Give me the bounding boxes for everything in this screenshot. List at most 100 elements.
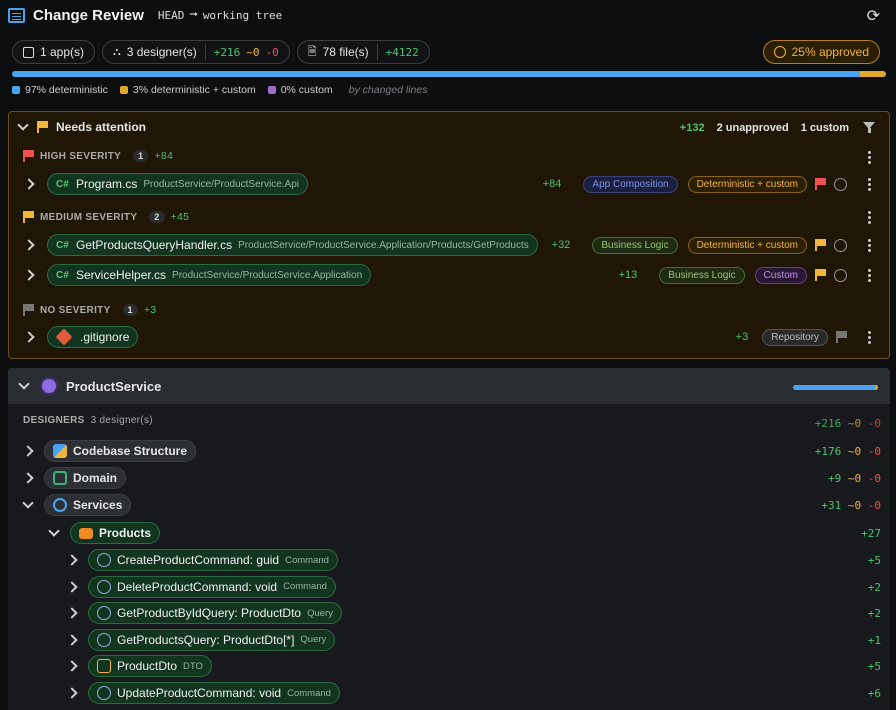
- element-added: +1: [867, 633, 881, 647]
- flag-icon[interactable]: [836, 331, 847, 343]
- approve-check-icon[interactable]: [834, 177, 847, 191]
- flag-icon[interactable]: [815, 269, 826, 281]
- file-pill[interactable]: C# Program.cs ProductService/ProductServ…: [47, 173, 308, 195]
- apps-count: 1 app(s): [40, 45, 85, 59]
- more-vert-icon[interactable]: [868, 151, 871, 164]
- element-row[interactable]: DeleteProductCommand: void Command: [66, 575, 336, 599]
- element-row[interactable]: CreateProductCommand: guid Command: [66, 548, 338, 572]
- severity-added: +3: [143, 304, 157, 316]
- element-kind: DTO: [183, 660, 203, 672]
- chevron-down-icon[interactable]: [18, 378, 30, 390]
- designers-modified: ~0: [246, 45, 260, 59]
- chevron-right-icon[interactable]: [66, 660, 78, 673]
- more-vert-icon[interactable]: [868, 239, 871, 252]
- legend-deterministic: 97% deterministic: [12, 84, 108, 96]
- designer-name: Domain: [73, 471, 118, 485]
- element-added: +5: [867, 660, 881, 674]
- attention-file-row[interactable]: C# GetProductsQueryHandler.cs ProductSer…: [23, 233, 875, 257]
- more-vert-icon[interactable]: [868, 211, 871, 224]
- severity-count: 1: [133, 150, 149, 162]
- flag-icon[interactable]: [815, 239, 826, 251]
- element-pill[interactable]: UpdateProductCommand: void Command: [88, 682, 340, 704]
- severity-label: HIGH SEVERITY: [40, 150, 122, 162]
- severity-count: 2: [149, 211, 165, 223]
- file-pill[interactable]: C# GetProductsQueryHandler.cs ProductSer…: [47, 234, 538, 256]
- element-pill[interactable]: ProductDto DTO: [88, 655, 212, 678]
- more-vert-icon[interactable]: [868, 178, 871, 191]
- command-icon: [97, 579, 111, 594]
- designer-pill[interactable]: Services: [44, 494, 132, 516]
- chevron-right-icon[interactable]: [23, 239, 35, 251]
- chevron-down-icon[interactable]: [48, 525, 60, 537]
- chevron-right-icon[interactable]: [66, 580, 78, 593]
- dto-icon: [97, 659, 111, 674]
- filter-icon[interactable]: [863, 122, 875, 133]
- attention-file-row[interactable]: C# Program.cs ProductService/ProductServ…: [23, 172, 875, 196]
- chevron-right-icon[interactable]: [66, 634, 78, 646]
- ref-from: HEAD: [157, 8, 185, 22]
- designer-stats: +176 ~0 -0: [815, 445, 881, 458]
- stat-modified: ~0: [847, 445, 862, 458]
- refresh-icon[interactable]: ⟳: [867, 6, 880, 26]
- element-row[interactable]: UpdateProductCommand: void Command: [66, 681, 340, 705]
- file-pill[interactable]: .gitignore: [47, 326, 139, 348]
- folder-row[interactable]: Products: [48, 521, 161, 545]
- files-chip[interactable]: 🗎 78 file(s) +4122: [296, 40, 430, 64]
- approve-check-icon[interactable]: [834, 238, 847, 252]
- more-vert-icon[interactable]: [868, 331, 871, 344]
- file-pill[interactable]: C# ServiceHelper.cs ProductService/Produ…: [47, 264, 372, 286]
- element-added: +2: [867, 607, 881, 621]
- element-name: UpdateProductCommand: void: [117, 686, 282, 700]
- folder-icon: [79, 527, 93, 539]
- attention-file-row[interactable]: .gitignore +3 Repository: [23, 325, 875, 349]
- service-icon: [42, 379, 56, 393]
- element-name: ProductDto: [117, 659, 178, 674]
- element-pill[interactable]: GetProductByIdQuery: ProductDto Query: [88, 602, 342, 625]
- chevron-right-icon[interactable]: [23, 269, 35, 281]
- chevron-right-icon[interactable]: [23, 331, 35, 343]
- designers-chip[interactable]: ⛬ 3 designer(s) +216 ~0 -0: [102, 40, 290, 64]
- chevron-down-icon[interactable]: [17, 119, 29, 131]
- approved-label: 25% approved: [791, 45, 869, 59]
- apps-chip[interactable]: 1 app(s): [12, 40, 96, 64]
- service-header[interactable]: ProductService: [8, 368, 890, 404]
- element-pill[interactable]: GetProductsQuery: ProductDto[*] Query: [88, 628, 336, 651]
- designer-pill[interactable]: Codebase Structure: [44, 440, 197, 462]
- chevron-right-icon[interactable]: [23, 178, 35, 190]
- chevron-right-icon[interactable]: [22, 445, 34, 457]
- more-vert-icon[interactable]: [868, 269, 871, 282]
- folder-pill[interactable]: Products: [70, 522, 161, 544]
- designers-stats: +216 ~0 -0: [815, 417, 881, 430]
- element-pill[interactable]: DeleteProductCommand: void Command: [88, 575, 336, 598]
- chevron-right-icon[interactable]: [66, 607, 78, 619]
- attention-file-row[interactable]: C# ServiceHelper.cs ProductService/Produ…: [23, 263, 875, 287]
- domain-icon: [53, 471, 67, 485]
- chevron-right-icon[interactable]: [22, 472, 34, 484]
- designers-header: DESIGNERS 3 designer(s): [23, 415, 153, 426]
- stat-modified: ~0: [847, 472, 862, 485]
- element-pill[interactable]: CreateProductCommand: guid Command: [88, 549, 338, 571]
- designer-pill[interactable]: Domain: [44, 467, 127, 489]
- designer-row[interactable]: Services: [22, 493, 132, 517]
- chevron-down-icon[interactable]: [22, 497, 34, 509]
- designer-row[interactable]: Domain: [22, 466, 127, 490]
- file-added: +32: [551, 239, 571, 251]
- service-name: ProductService: [66, 378, 162, 394]
- approved-badge[interactable]: 25% approved: [762, 40, 880, 64]
- element-row[interactable]: ProductDto DTO: [66, 654, 212, 678]
- element-row[interactable]: GetProductsQuery: ProductDto[*] Query: [66, 628, 336, 652]
- designer-name: Codebase Structure: [73, 444, 188, 458]
- services-icon: [53, 498, 67, 512]
- designer-row[interactable]: Codebase Structure: [22, 439, 197, 463]
- ref-to: working tree: [202, 8, 283, 22]
- stat-added: +31: [821, 499, 842, 512]
- file-added: +84: [542, 178, 562, 190]
- approve-check-icon[interactable]: [834, 268, 847, 282]
- det-custom-fill: [859, 71, 886, 77]
- chevron-right-icon[interactable]: [66, 554, 78, 566]
- element-row[interactable]: GetProductByIdQuery: ProductDto Query: [66, 601, 342, 625]
- chevron-right-icon[interactable]: [66, 687, 78, 699]
- row-actions: +3 Repository: [736, 328, 867, 346]
- flag-icon[interactable]: [815, 178, 826, 190]
- folder-added: +27: [861, 527, 881, 540]
